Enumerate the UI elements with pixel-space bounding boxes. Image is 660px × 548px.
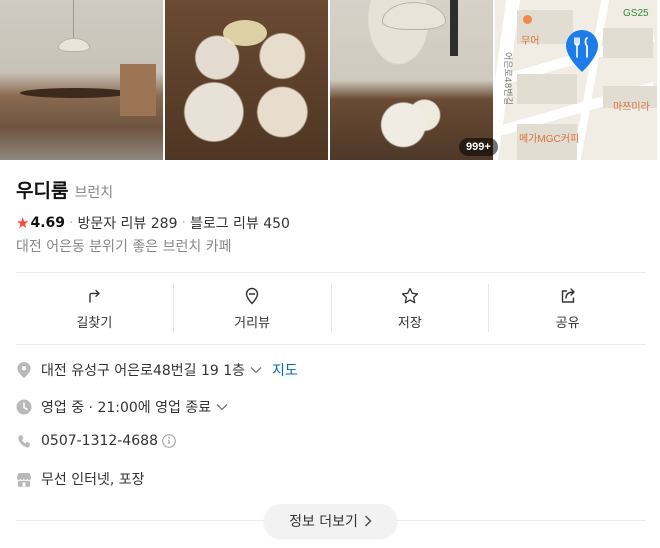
photo-gallery[interactable]: 무어 GS25 마쯔미라 메가MGC커피 어은로48번길 <box>0 0 660 160</box>
rating-score: 4.69 <box>30 215 65 231</box>
save-button[interactable]: 저장 <box>332 284 490 332</box>
directions-button[interactable]: 길찾기 <box>16 284 174 332</box>
photo-dining[interactable] <box>330 0 493 160</box>
street-view-button[interactable]: 거리뷰 <box>174 284 332 332</box>
street-view-icon <box>245 287 259 305</box>
photo-count-badge[interactable]: 999+ <box>459 138 498 156</box>
phone-icon <box>16 433 32 449</box>
more-info-button[interactable]: 정보 더보기 <box>264 504 397 538</box>
divider <box>16 344 646 345</box>
action-label: 길찾기 <box>76 315 113 331</box>
info-icon[interactable] <box>162 434 176 448</box>
directions-icon <box>89 289 101 303</box>
more-info-label: 정보 더보기 <box>289 514 358 530</box>
visitor-reviews-link[interactable]: 방문자 리뷰 289 <box>77 213 177 233</box>
phone-number[interactable]: 0507-1312-4688 <box>41 433 158 449</box>
action-bar: 길찾기 거리뷰 저장 공유 <box>16 284 646 332</box>
amenities-text: 무선 인터넷, 포장 <box>41 472 145 488</box>
star-icon <box>401 287 419 303</box>
address-text: 대전 유성구 어은로48번길 19 1층 <box>41 363 246 379</box>
place-description: 대전 어은동 분위기 좋은 브런치 카페 <box>16 239 232 255</box>
photo-interior[interactable] <box>0 0 163 160</box>
map-link[interactable]: 지도 <box>272 360 298 380</box>
chevron-right-icon <box>364 515 372 527</box>
photo-food-table[interactable] <box>165 0 328 160</box>
place-category: 브런치 <box>74 185 114 201</box>
share-icon <box>561 287 575 303</box>
amenities-row: 무선 인터넷, 포장 <box>16 469 145 489</box>
map-poi-label <box>523 14 533 25</box>
action-label: 공유 <box>555 315 580 331</box>
map-road-label: 어은로48번길 <box>502 52 512 105</box>
star-rating-icon: ★ <box>16 214 30 232</box>
chevron-down-icon[interactable] <box>216 403 228 411</box>
share-button[interactable]: 공유 <box>489 284 646 332</box>
map-pin-icon <box>566 30 598 76</box>
chevron-down-icon[interactable] <box>250 366 262 374</box>
rating-row: ★ 4.69 · 방문자 리뷰 289 · 블로그 리뷰 450 <box>16 213 290 233</box>
blog-reviews-link[interactable]: 블로그 리뷰 450 <box>190 213 290 233</box>
phone-row: 0507-1312-4688 <box>16 433 176 449</box>
action-label: 거리뷰 <box>234 315 271 331</box>
divider <box>16 272 646 273</box>
action-label: 저장 <box>397 315 422 331</box>
hours-row: 영업 중 · 21:00에 영업 종료 <box>16 397 228 417</box>
map-poi-label: 무어 <box>521 36 540 47</box>
location-map[interactable]: 무어 GS25 마쯔미라 메가MGC커피 어은로48번길 <box>495 0 657 160</box>
store-icon <box>16 471 32 487</box>
hours-text: 영업 중 · 21:00에 영업 종료 <box>41 400 212 416</box>
map-poi-label: 메가MGC커피 <box>519 134 580 145</box>
map-poi-label: GS25 <box>623 8 649 19</box>
clock-icon <box>16 399 32 415</box>
place-name: 우디룸 <box>16 180 69 202</box>
location-pin-icon <box>16 362 32 378</box>
map-poi-label: 마쯔미라 <box>613 102 650 113</box>
address-row: 대전 유성구 어은로48번길 19 1층 지도 <box>16 360 298 380</box>
